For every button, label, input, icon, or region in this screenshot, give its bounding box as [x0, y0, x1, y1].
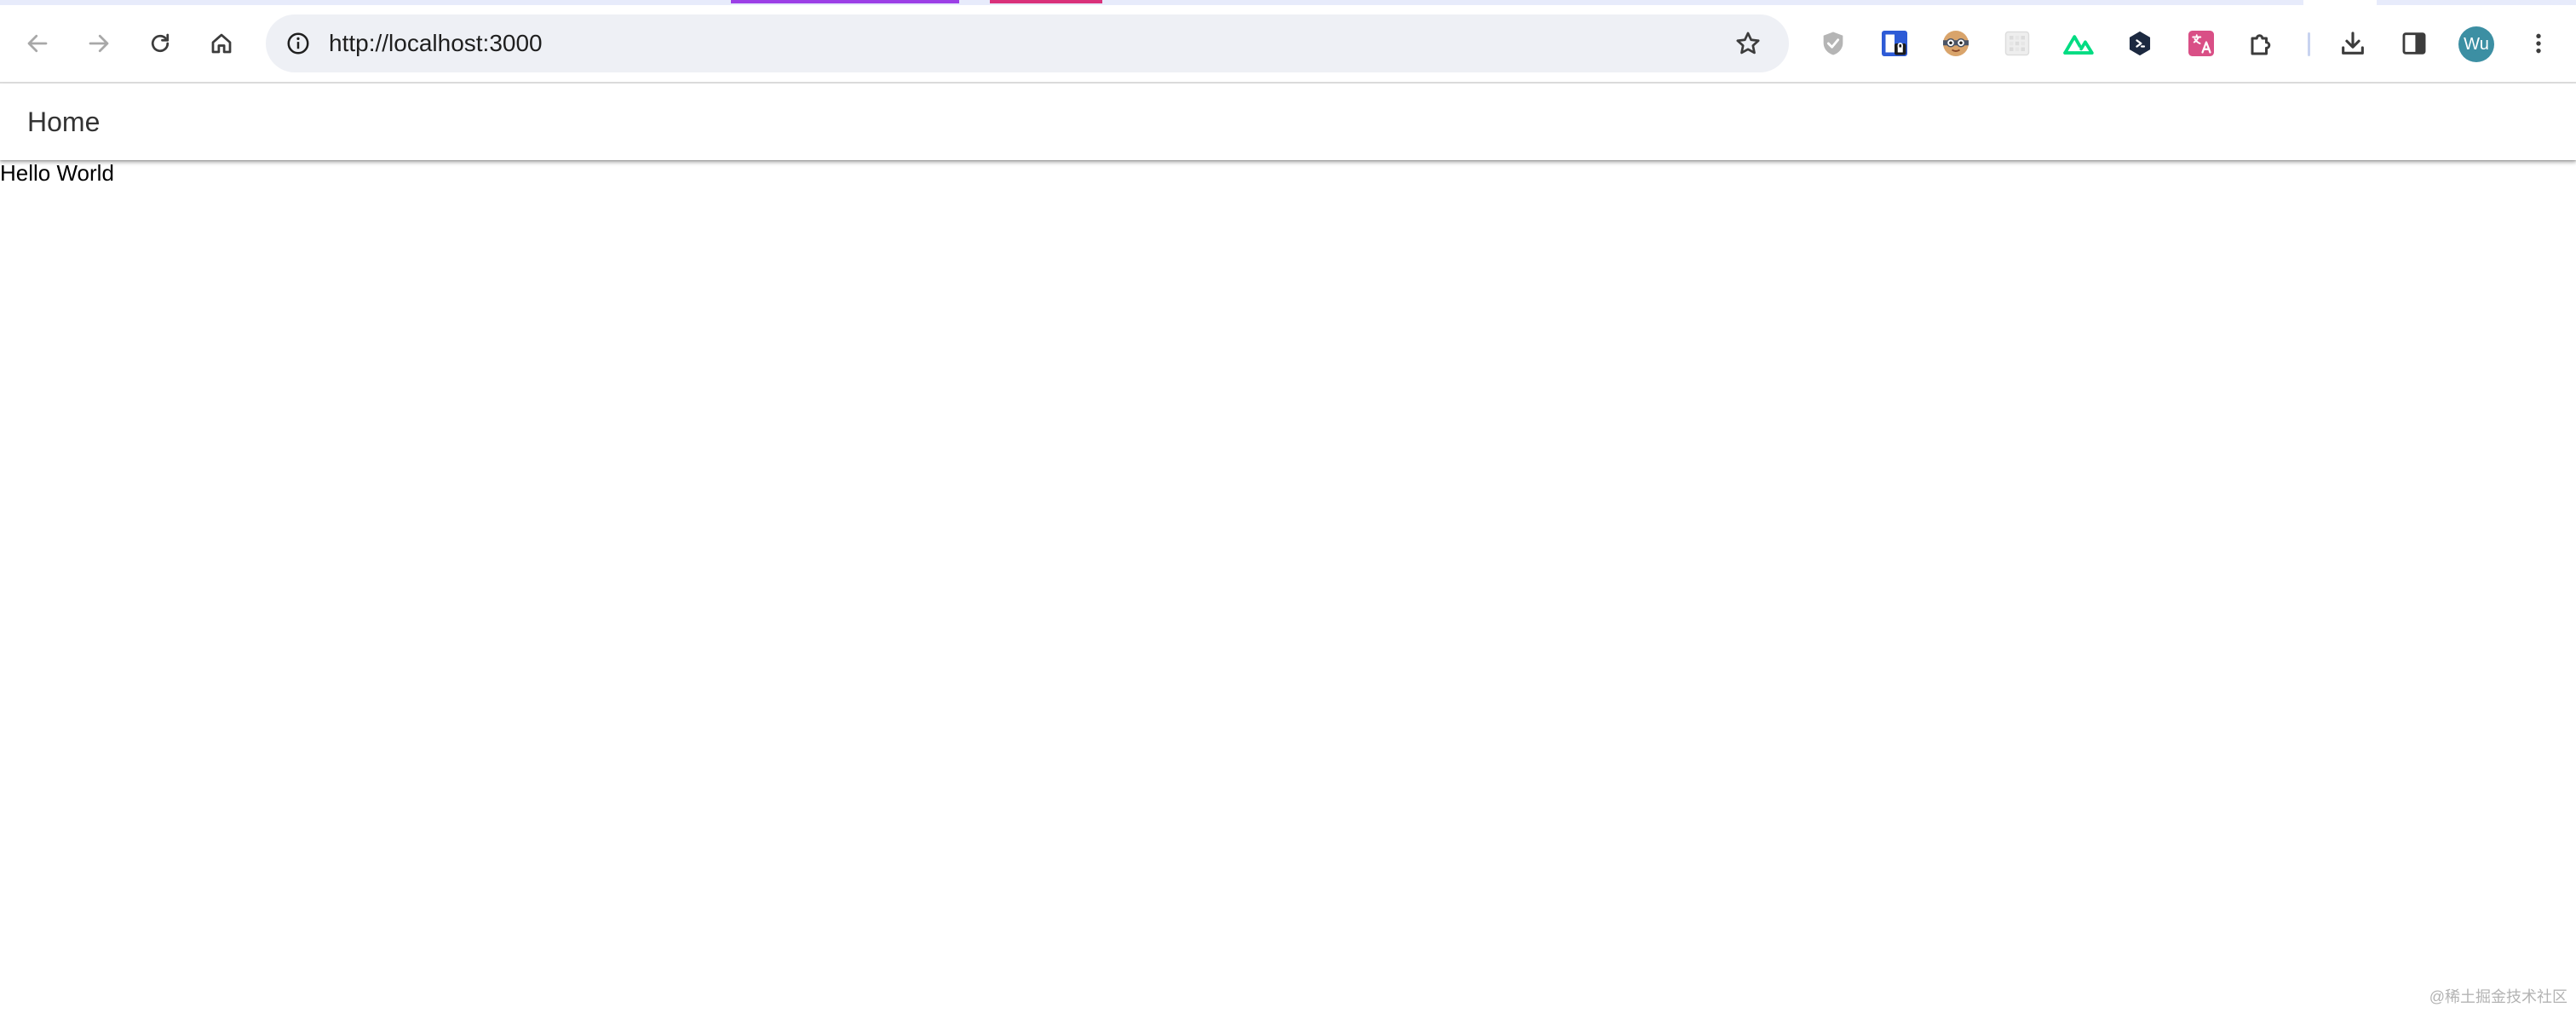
translate-icon: [2188, 31, 2214, 56]
star-icon: [1736, 32, 1760, 55]
hexagon-icon: [2129, 31, 2151, 56]
owl-face-icon: [1943, 31, 1969, 56]
extension-password-button[interactable]: [1874, 23, 1915, 64]
reload-icon: [151, 33, 170, 53]
reload-button[interactable]: [138, 21, 182, 66]
address-bar[interactable]: http://localhost:3000: [266, 14, 1789, 72]
page-title[interactable]: Home: [27, 83, 100, 160]
kebab-menu-icon: [2536, 33, 2541, 54]
browser-toolbar: http://localhost:3000 Wu: [0, 5, 2576, 82]
nuxt-icon: [2063, 35, 2094, 55]
info-icon: [287, 32, 309, 55]
download-icon: [2342, 32, 2364, 55]
tab-indicator-pink[interactable]: [990, 0, 1102, 3]
site-info-button[interactable]: [278, 23, 319, 64]
puzzle-icon: [2251, 34, 2271, 55]
home-button[interactable]: [199, 21, 244, 66]
arrow-right-icon: [89, 34, 109, 53]
extension-nuxt-button[interactable]: [2058, 23, 2099, 64]
back-button[interactable]: [15, 21, 60, 66]
profile-avatar[interactable]: Wu: [2458, 26, 2494, 62]
extension-owl-button[interactable]: [1935, 23, 1976, 64]
tab-indicator-purple[interactable]: [731, 0, 959, 3]
home-icon: [211, 33, 232, 54]
app-header: Home: [0, 83, 2576, 160]
shield-icon: [1823, 32, 1843, 55]
extension-grid-button[interactable]: [1997, 23, 2038, 64]
watermark: @稀土掘金技术社区: [2429, 988, 2567, 1005]
body-text: Hello World: [0, 160, 114, 186]
toolbar-divider: [2308, 32, 2310, 56]
side-panel-button[interactable]: [2394, 23, 2435, 64]
browser-menu-button[interactable]: [2518, 23, 2559, 64]
extension-shield-button[interactable]: [1813, 23, 1854, 64]
password-manager-icon: [1882, 31, 1907, 56]
side-panel-icon: [2402, 32, 2426, 55]
bookmark-button[interactable]: [1728, 23, 1768, 64]
browser-window: http://localhost:3000 Wu Home Hello Worl…: [0, 0, 2576, 1019]
forward-button[interactable]: [77, 21, 121, 66]
extension-hexagon-button[interactable]: [2119, 23, 2160, 64]
downloads-button[interactable]: [2332, 23, 2373, 64]
grid-icon: [2004, 31, 2030, 56]
extension-translate-button[interactable]: [2181, 23, 2222, 64]
arrow-left-icon: [27, 34, 48, 53]
extensions-menu-button[interactable]: [2242, 23, 2283, 64]
url-text[interactable]: http://localhost:3000: [329, 14, 543, 72]
